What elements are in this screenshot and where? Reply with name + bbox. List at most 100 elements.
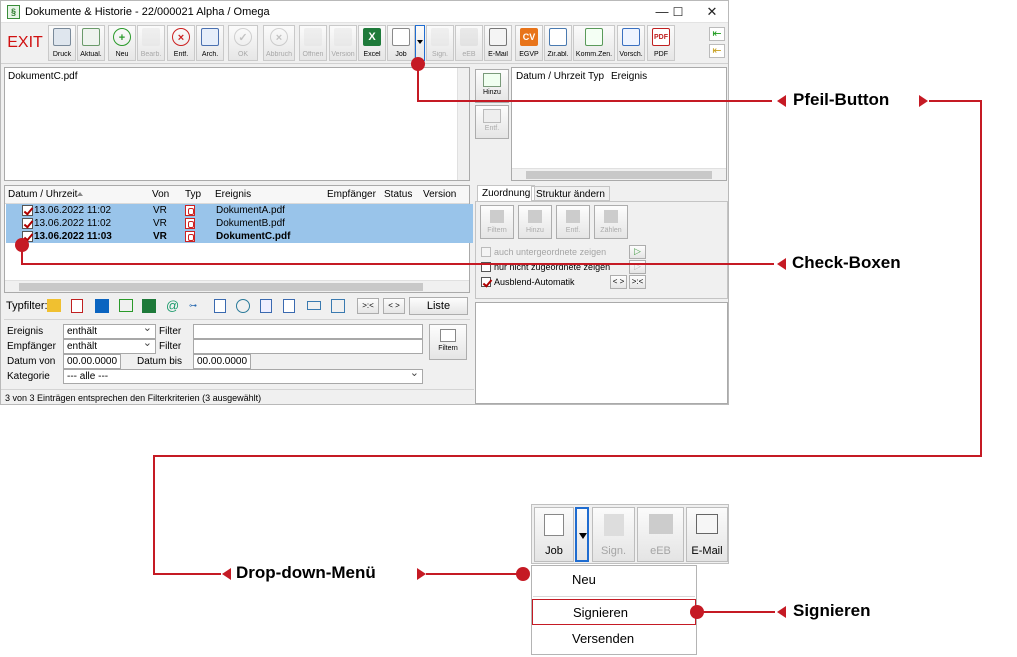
outlook-icon[interactable]: [95, 299, 109, 313]
pdf-button[interactable]: PDF PDF: [647, 25, 675, 61]
eeb-button[interactable]: eEB: [455, 25, 483, 61]
sign-button[interactable]: Sign.: [426, 25, 454, 61]
tag-icon[interactable]: [307, 301, 321, 310]
excel-type-icon[interactable]: [142, 299, 156, 313]
header-typ[interactable]: Typ: [185, 189, 201, 200]
header-status[interactable]: Status: [384, 189, 412, 200]
open-button[interactable]: Öffnen: [299, 25, 327, 61]
maximize-button[interactable]: ☐: [663, 3, 693, 21]
chevron-down-icon: [579, 533, 587, 539]
header-ereignis[interactable]: Ereignis: [215, 189, 251, 200]
datum-bis-input[interactable]: 00.00.0000: [193, 354, 251, 369]
job-dropdown-arrow-button[interactable]: [415, 25, 425, 61]
pdf-type-icon[interactable]: [71, 299, 83, 313]
assign-expand-button[interactable]: < >: [610, 275, 627, 289]
ok-button[interactable]: ✓ OK: [228, 25, 258, 61]
clipboard-button[interactable]: Zir.abl.: [544, 25, 572, 61]
header-datum-uhrzeit[interactable]: Datum / Uhrzeit: [8, 189, 77, 200]
egvp-button[interactable]: CV EGVP: [515, 25, 543, 61]
kategorie-select[interactable]: --- alle ---: [63, 367, 423, 384]
preview-button[interactable]: Vorsch.: [617, 25, 645, 61]
expand-types-button[interactable]: < >: [383, 298, 405, 314]
tab-struktur-aendern[interactable]: Struktur ändern: [531, 186, 610, 201]
pen-icon[interactable]: [331, 299, 345, 313]
header-ereignis[interactable]: Ereignis: [611, 71, 647, 82]
assignment-tree[interactable]: [475, 302, 728, 404]
email-button[interactable]: E-Mail: [484, 25, 512, 61]
exit-button[interactable]: EXIT: [5, 25, 45, 61]
folder-green-icon[interactable]: [119, 299, 133, 312]
option-checkbox-untergeordnete[interactable]: [481, 247, 491, 257]
document-icon[interactable]: [214, 299, 226, 313]
excel-icon: X: [363, 28, 381, 46]
document-preview-pane[interactable]: DokumentC.pdf: [4, 67, 470, 181]
filter-button[interactable]: Filtern: [429, 324, 467, 360]
header-datum[interactable]: Datum / Uhrzeit: [516, 71, 585, 82]
assign-remove-button[interactable]: Entf.: [556, 205, 590, 239]
word-icon[interactable]: [283, 299, 295, 313]
version-button[interactable]: Version: [329, 25, 357, 61]
title-bar[interactable]: § Dokumente & Historie - 22/000021 Alpha…: [1, 1, 728, 23]
remove-assignment-button[interactable]: Entf.: [475, 105, 509, 139]
table-row[interactable]: 13.06.2022 11:02 VR DokumentA.pdf: [6, 204, 473, 217]
zoom-sign-button[interactable]: Sign.: [592, 507, 635, 562]
preview-scrollbar[interactable]: [457, 68, 469, 180]
tab-zuordnung[interactable]: Zuordnung: [477, 185, 536, 201]
assign-collapse-button[interactable]: >:<: [629, 275, 646, 289]
web-icon[interactable]: [236, 299, 250, 313]
edit-button[interactable]: Bearb.: [137, 25, 165, 61]
play-icon[interactable]: ▷: [629, 245, 646, 259]
add-assignment-button[interactable]: Hinzu: [475, 69, 509, 103]
menu-item-signieren[interactable]: Signieren: [532, 599, 696, 625]
filter-panel: Ereignis enthält Filter Empfänger enthäl…: [4, 319, 470, 387]
scroll-thumb[interactable]: [526, 171, 712, 179]
empfaenger-operator-select[interactable]: enthält: [63, 337, 156, 354]
row-checkbox[interactable]: [22, 218, 33, 229]
datum-von-input[interactable]: 00.00.0000: [63, 354, 121, 369]
zoom-dropdown-arrow-button[interactable]: [575, 507, 589, 562]
excel-button[interactable]: X Excel: [358, 25, 386, 61]
archive-button[interactable]: Arch.: [196, 25, 224, 61]
option-checkbox-ausblend[interactable]: [481, 277, 491, 287]
assign-add-button[interactable]: Hinzu: [518, 205, 552, 239]
cancel-button[interactable]: × Abbruch: [263, 25, 295, 61]
zoom-eeb-button[interactable]: eEB: [637, 507, 684, 562]
scroll-thumb[interactable]: [19, 283, 423, 291]
label-dropdown-menu: Drop-down-Menü: [236, 563, 376, 582]
document-table[interactable]: Datum / Uhrzeit Von Typ Ereignis Empfäng…: [4, 185, 473, 293]
list-button[interactable]: Liste: [409, 297, 468, 315]
report-icon[interactable]: [260, 299, 272, 313]
header-version[interactable]: Version: [423, 189, 456, 200]
header-empfaenger[interactable]: Empfänger: [327, 189, 376, 200]
at-sign-icon[interactable]: @: [166, 298, 179, 313]
communication-center-button[interactable]: Komm.Zen.: [573, 25, 615, 61]
table-scrollbar[interactable]: [5, 280, 469, 292]
job-button[interactable]: Job: [387, 25, 415, 61]
print-button[interactable]: Druck: [48, 25, 76, 61]
table-row[interactable]: 13.06.2022 11:02 VR DokumentB.pdf: [6, 217, 473, 230]
folder-icon[interactable]: [47, 299, 61, 312]
ereignis-filter-input[interactable]: [193, 324, 423, 339]
arrow-left-alt-icon[interactable]: ⇤: [709, 44, 725, 58]
zoom-email-button[interactable]: E-Mail: [686, 507, 728, 562]
zoom-job-button[interactable]: Job: [534, 507, 574, 562]
link-icon[interactable]: ⊶: [189, 301, 197, 310]
event-grid-scrollbar[interactable]: [512, 168, 726, 180]
menu-item-versenden[interactable]: Versenden: [532, 626, 696, 652]
event-grid[interactable]: Datum / Uhrzeit Typ Ereignis: [511, 67, 727, 181]
collapse-types-button[interactable]: >:<: [357, 298, 379, 314]
empfaenger-filter-input[interactable]: [193, 339, 423, 354]
assign-filter-button[interactable]: Filtern: [480, 205, 514, 239]
refresh-button[interactable]: Aktual.: [77, 25, 105, 61]
table-row[interactable]: 13.06.2022 11:03 VR DokumentC.pdf: [6, 230, 473, 243]
header-von[interactable]: Von: [152, 189, 169, 200]
delete-button[interactable]: × Entf.: [167, 25, 195, 61]
header-typ[interactable]: Typ: [588, 71, 604, 82]
close-button[interactable]: ✕: [697, 3, 727, 21]
row-checkbox[interactable]: [22, 205, 33, 216]
arrow-left-marker-icon: [777, 606, 786, 618]
assign-count-button[interactable]: Zählen: [594, 205, 628, 239]
arrow-left-icon[interactable]: ⇤: [709, 27, 725, 41]
menu-item-neu[interactable]: Neu: [532, 567, 696, 593]
new-button[interactable]: + Neu: [108, 25, 136, 61]
